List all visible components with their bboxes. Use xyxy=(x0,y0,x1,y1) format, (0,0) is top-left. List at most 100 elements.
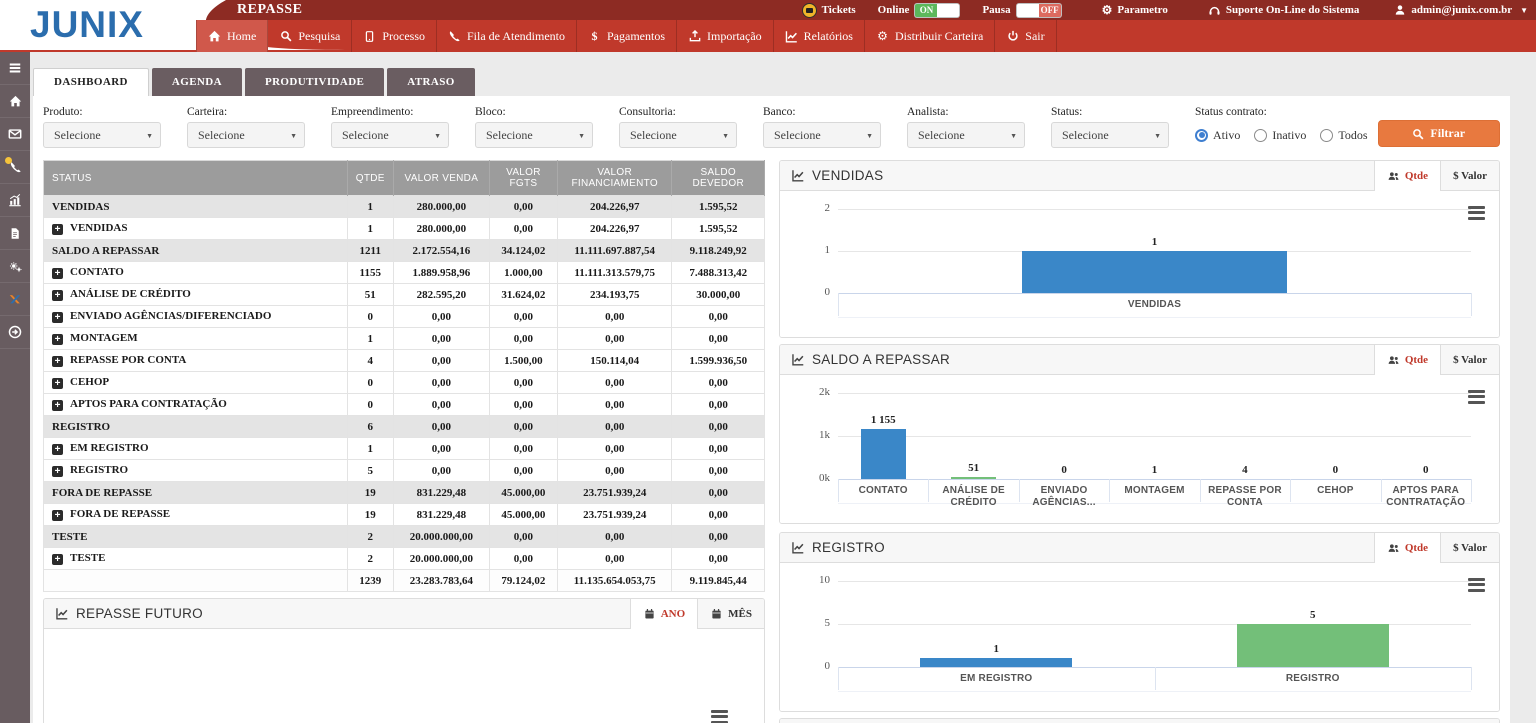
panel-tab-$-valor[interactable]: $ Valor xyxy=(1440,161,1499,191)
sidebar-item-settings[interactable] xyxy=(0,250,30,283)
panel-tab-qtde[interactable]: Qtde xyxy=(1374,345,1440,375)
tickets-group[interactable]: Tickets xyxy=(802,3,856,18)
expand-plus-icon[interactable]: + xyxy=(52,268,63,279)
value-cell: 0,00 xyxy=(557,548,672,570)
nav-item-pagamentos[interactable]: $Pagamentos xyxy=(577,20,677,52)
radio-inativo[interactable]: Inativo xyxy=(1254,128,1306,143)
y-axis-tick-label: 5 xyxy=(786,617,830,629)
column-header-valor-financiamento[interactable]: VALOR FINANCIAMENTO xyxy=(557,161,672,196)
nav-item-fila-de-atendimento[interactable]: Fila de Atendimento xyxy=(437,20,577,52)
nav-item-processo[interactable]: Processo xyxy=(352,20,437,52)
chevron-down-icon: ▼ xyxy=(434,124,441,148)
right-column: VENDIDASQtde$ Valor 0121VENDIDAS SALDO A… xyxy=(779,160,1500,723)
panel-tab-ano[interactable]: ANO xyxy=(630,599,697,629)
expand-plus-icon[interactable]: + xyxy=(52,334,63,345)
produto-select[interactable]: Selecione▼ xyxy=(43,122,161,148)
expand-plus-icon[interactable]: + xyxy=(52,510,63,521)
sidebar-item-junix[interactable] xyxy=(0,283,30,316)
column-header-qtde[interactable]: QTDE xyxy=(347,161,393,196)
nav-item-home[interactable]: Home xyxy=(196,20,268,52)
sidebar-item-phone[interactable] xyxy=(0,151,30,184)
consultoria-select[interactable]: Selecione▼ xyxy=(619,122,737,148)
status-label: CEHOP xyxy=(70,376,109,388)
nav-item-pesquisa[interactable]: Pesquisa xyxy=(268,20,352,52)
panel-tab-qtde[interactable]: Qtde xyxy=(1374,533,1440,563)
radio-ativo[interactable]: Ativo xyxy=(1195,128,1240,143)
table-row-child-enviado-agencias-diferenciado: +ENVIADO AGÊNCIAS/DIFERENCIADO00,000,000… xyxy=(44,306,765,328)
chart-bar-contato[interactable] xyxy=(861,429,906,479)
home-icon xyxy=(208,30,221,43)
user-menu[interactable]: admin@junix.com.br ▼ xyxy=(1394,4,1528,16)
x-axis-tick xyxy=(1109,479,1110,502)
empreendimento-select[interactable]: Selecione▼ xyxy=(331,122,449,148)
x-axis-tick xyxy=(1471,667,1472,690)
sidebar-item-charts[interactable] xyxy=(0,184,30,217)
suporte-button[interactable]: Suporte On-Line do Sistema xyxy=(1208,4,1360,17)
filter-group-consultoria: Consultoria:Selecione▼ xyxy=(619,106,737,148)
column-header-status[interactable]: STATUS xyxy=(44,161,348,196)
panel-tab-$-valor[interactable]: $ Valor xyxy=(1440,345,1499,375)
nav-item-distribuir-carteira[interactable]: ⚙Distribuir Carteira xyxy=(865,20,995,52)
chart-bar-an-lise-de-credito[interactable] xyxy=(951,477,996,479)
radio-todos[interactable]: Todos xyxy=(1320,128,1367,143)
x-axis-tick xyxy=(928,479,929,502)
tab-dashboard[interactable]: DASHBOARD xyxy=(33,68,149,96)
value-cell: 0,00 xyxy=(489,438,557,460)
analista-select[interactable]: Selecione▼ xyxy=(907,122,1025,148)
value-cell: 0,00 xyxy=(393,306,489,328)
nav-item-sair[interactable]: Sair xyxy=(995,20,1056,52)
expand-plus-icon[interactable]: + xyxy=(52,378,63,389)
chart-export-menu-icon[interactable] xyxy=(1468,575,1485,594)
chart-bar-vendidas[interactable] xyxy=(1022,251,1288,293)
column-header-saldo-devedor[interactable]: SALDO DEVEDOR xyxy=(672,161,765,196)
expand-plus-icon[interactable]: + xyxy=(52,554,63,565)
sidebar-item-menu[interactable] xyxy=(0,52,30,85)
nav-item-importaaao[interactable]: Importação xyxy=(677,20,774,52)
panel-title: REPASSE FUTURO xyxy=(76,606,203,621)
status-label: SALDO A REPASSAR xyxy=(52,245,159,257)
pausa-toggle[interactable]: OFF xyxy=(1016,3,1062,18)
sidebar-item-document[interactable] xyxy=(0,217,30,250)
panel-saldo-a-repassar: SALDO A REPASSARQtde$ Valor 0k1k2k1 155C… xyxy=(779,344,1500,524)
chart-bar-registro[interactable] xyxy=(1237,624,1389,667)
nav-item-relatorios[interactable]: Relatórios xyxy=(774,20,865,52)
expand-plus-icon[interactable]: + xyxy=(52,444,63,455)
online-toggle[interactable]: ON xyxy=(914,3,960,18)
chart-export-menu-icon[interactable] xyxy=(1468,387,1485,406)
sidebar-item-mail[interactable] xyxy=(0,118,30,151)
expand-plus-icon[interactable]: + xyxy=(52,312,63,323)
expand-plus-icon[interactable]: + xyxy=(52,290,63,301)
status-label: FORA DE REPASSE xyxy=(52,487,152,499)
value-cell: 1 xyxy=(347,196,393,218)
parametro-button[interactable]: ⚙ Parametro xyxy=(1102,4,1168,16)
value-cell: 19 xyxy=(347,504,393,526)
carteira-select[interactable]: Selecione▼ xyxy=(187,122,305,148)
tab-agenda[interactable]: AGENDA xyxy=(152,68,242,96)
panel-tab-mes[interactable]: MÊS xyxy=(697,599,764,629)
status-select[interactable]: Selecione▼ xyxy=(1051,122,1169,148)
chart-export-menu-icon[interactable] xyxy=(1468,203,1485,222)
column-header-valor-fgts[interactable]: VALOR FGTS xyxy=(489,161,557,196)
sidebar-item-home[interactable] xyxy=(0,85,30,118)
value-cell: 0,00 xyxy=(672,504,765,526)
value-cell: 1 xyxy=(347,438,393,460)
expand-plus-icon[interactable]: + xyxy=(52,400,63,411)
filtrar-button[interactable]: Filtrar xyxy=(1378,120,1500,147)
panel-tab-$-valor[interactable]: $ Valor xyxy=(1440,533,1499,563)
tab-atraso[interactable]: ATRASO xyxy=(387,68,474,96)
panel-tab-qtde[interactable]: Qtde xyxy=(1374,161,1440,191)
bloco-select[interactable]: Selecione▼ xyxy=(475,122,593,148)
expand-plus-icon[interactable]: + xyxy=(52,466,63,477)
expand-plus-icon[interactable]: + xyxy=(52,356,63,367)
value-cell: 2.172.554,16 xyxy=(393,240,489,262)
sidebar-item-go[interactable] xyxy=(0,316,30,349)
banco-select[interactable]: Selecione▼ xyxy=(763,122,881,148)
chart-export-menu-icon[interactable] xyxy=(711,707,728,723)
home-icon xyxy=(8,94,23,109)
panel-registro-chart: 05101EM REGISTRO5REGISTRO xyxy=(780,563,1499,711)
expand-plus-icon[interactable]: + xyxy=(52,224,63,235)
panel-tab-group: Qtde$ Valor xyxy=(1374,345,1499,375)
column-header-valor-venda[interactable]: VALOR VENDA xyxy=(393,161,489,196)
tab-produtividade[interactable]: PRODUTIVIDADE xyxy=(245,68,384,96)
chart-bar-em-registro[interactable] xyxy=(920,658,1072,667)
